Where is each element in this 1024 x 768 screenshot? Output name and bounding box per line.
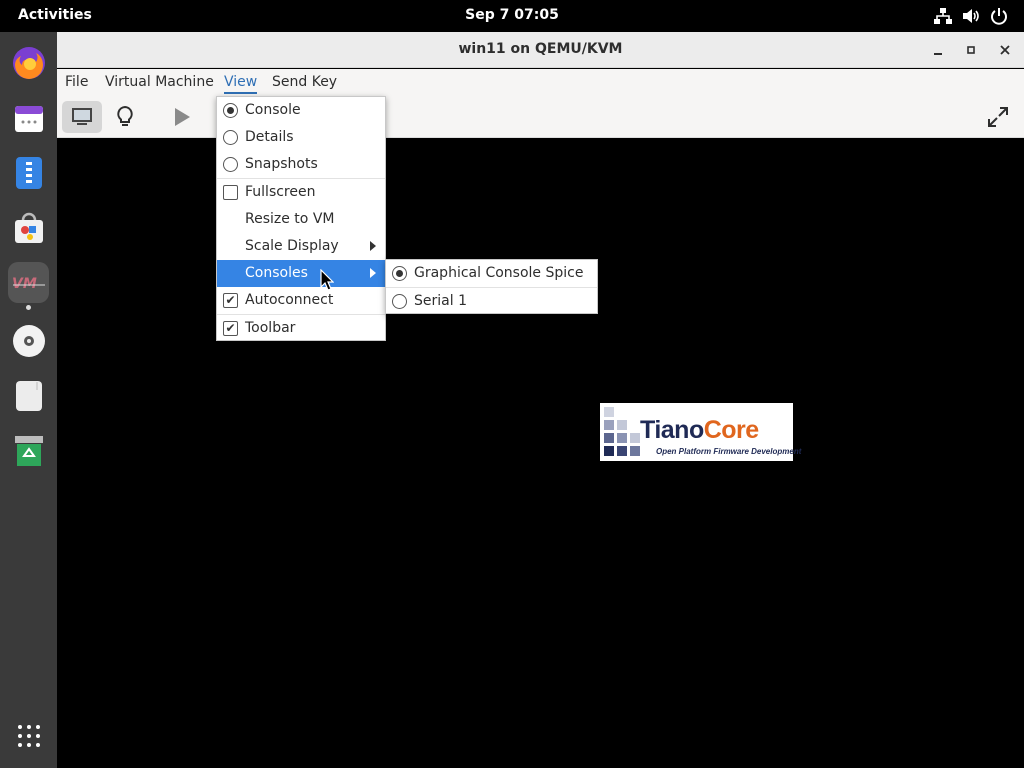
calendar-icon[interactable] bbox=[8, 97, 49, 138]
firefox-icon[interactable] bbox=[8, 42, 49, 83]
svg-text:VM: VM bbox=[12, 276, 37, 292]
radio-unchecked-icon bbox=[223, 157, 238, 172]
menu-item-console[interactable]: Console bbox=[217, 97, 385, 124]
menu-bar: File Virtual Machine View Send Key bbox=[57, 69, 1024, 96]
vm-window: win11 on QEMU/KVM File Virtual Machine V… bbox=[57, 32, 1024, 768]
running-indicator bbox=[26, 305, 31, 310]
dock: VM bbox=[0, 32, 57, 768]
menu-virtual-machine[interactable]: Virtual Machine bbox=[105, 74, 214, 90]
toolbar bbox=[57, 96, 1024, 138]
submenu-arrow-icon bbox=[370, 241, 376, 251]
mouse-cursor-icon bbox=[320, 269, 334, 291]
power-icon[interactable] bbox=[989, 6, 1009, 26]
submenu-arrow-icon bbox=[370, 268, 376, 278]
consoles-submenu: Graphical Console Spice Serial 1 bbox=[385, 259, 598, 314]
menu-file[interactable]: File bbox=[65, 74, 88, 90]
tianocore-logo: TianoCore Open Platform Firmware Develop… bbox=[600, 403, 801, 461]
menu-item-resize-to-vm[interactable]: Resize to VM bbox=[217, 206, 385, 233]
tianocore-wordmark: TianoCore bbox=[640, 416, 759, 444]
menu-item-details[interactable]: Details bbox=[217, 124, 385, 151]
close-button[interactable] bbox=[995, 40, 1015, 60]
checkbox-checked-icon: ✔ bbox=[223, 293, 238, 308]
text-editor-icon[interactable] bbox=[8, 375, 49, 416]
menu-item-consoles[interactable]: Consoles bbox=[217, 260, 385, 287]
menu-item-serial-1[interactable]: Serial 1 bbox=[386, 288, 597, 315]
software-icon[interactable] bbox=[8, 207, 49, 248]
console-view-button[interactable] bbox=[62, 101, 102, 133]
menu-item-autoconnect[interactable]: ✔ Autoconnect bbox=[217, 287, 385, 314]
title-bar[interactable]: win11 on QEMU/KVM bbox=[57, 32, 1024, 68]
radio-unchecked-icon bbox=[223, 130, 238, 145]
menu-item-scale-display[interactable]: Scale Display bbox=[217, 233, 385, 260]
minimize-button[interactable] bbox=[928, 40, 948, 60]
menu-view[interactable]: View bbox=[224, 74, 258, 94]
lightbulb-icon bbox=[117, 105, 133, 126]
monitor-icon bbox=[72, 108, 92, 125]
network-icon[interactable] bbox=[933, 6, 953, 26]
expand-icon bbox=[988, 107, 1008, 127]
menu-item-snapshots[interactable]: Snapshots bbox=[217, 151, 385, 178]
volume-icon[interactable] bbox=[961, 6, 981, 26]
menu-item-graphical-console-spice[interactable]: Graphical Console Spice bbox=[386, 260, 597, 287]
run-button[interactable] bbox=[162, 101, 202, 133]
top-bar: Activities Sep 7 07:05 bbox=[0, 0, 1024, 32]
disc-icon[interactable] bbox=[8, 320, 49, 361]
fullscreen-button[interactable] bbox=[978, 101, 1018, 133]
details-view-button[interactable] bbox=[105, 101, 145, 133]
trash-icon[interactable] bbox=[8, 430, 49, 471]
play-icon bbox=[175, 108, 190, 126]
radio-checked-icon bbox=[223, 103, 238, 118]
radio-checked-icon bbox=[392, 266, 407, 281]
maximize-button[interactable] bbox=[961, 40, 981, 60]
view-menu: Console Details Snapshots Fullscreen Res… bbox=[216, 96, 386, 341]
menu-item-toolbar[interactable]: ✔ Toolbar bbox=[217, 315, 385, 342]
radio-unchecked-icon bbox=[392, 294, 407, 309]
menu-send-key[interactable]: Send Key bbox=[272, 74, 337, 90]
app-grid-icon[interactable] bbox=[8, 715, 49, 756]
menu-item-fullscreen[interactable]: Fullscreen bbox=[217, 179, 385, 206]
notes-icon[interactable] bbox=[8, 152, 49, 193]
virt-manager-icon[interactable]: VM bbox=[8, 262, 49, 303]
console-display[interactable] bbox=[57, 138, 1024, 768]
checkbox-unchecked-icon bbox=[223, 185, 238, 200]
clock[interactable]: Sep 7 07:05 bbox=[0, 7, 1024, 23]
tianocore-tagline: Open Platform Firmware Development bbox=[656, 447, 802, 456]
checkbox-checked-icon: ✔ bbox=[223, 321, 238, 336]
window-title: win11 on QEMU/KVM bbox=[458, 41, 623, 57]
